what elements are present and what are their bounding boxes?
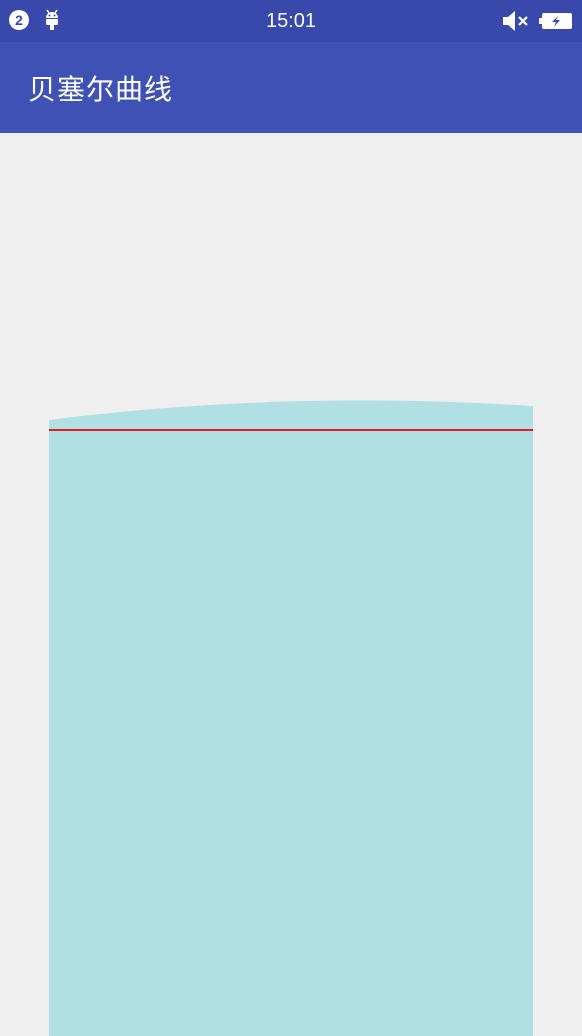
bezier-canvas [49,400,533,1036]
status-bar: 2 15:01 [0,0,582,42]
status-time: 15:01 [265,10,317,32]
app-bar: 贝塞尔曲线 [0,42,582,133]
battery-icon [539,13,572,29]
mute-icon [503,11,528,31]
page-title: 贝塞尔曲线 [28,73,174,106]
bezier-view [0,133,582,1036]
bezier-wave-fill [49,400,533,1036]
